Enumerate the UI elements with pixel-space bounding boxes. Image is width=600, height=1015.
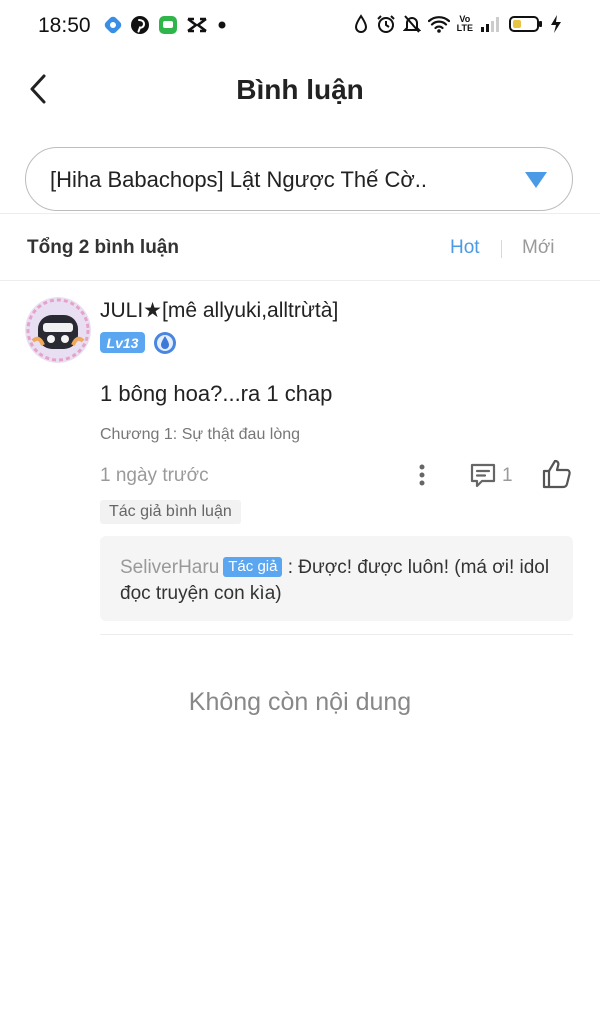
mute-icon [402, 14, 421, 34]
comment-chapter[interactable]: Chương 1: Sự thật đau lòng [100, 426, 300, 444]
volte-bottom-label: LTE [456, 23, 473, 33]
signal-icon [480, 15, 502, 33]
chat-app-icon [158, 15, 178, 35]
pinterest-icon [130, 15, 150, 35]
author-commented-tag: Tác giả bình luận [100, 500, 241, 524]
author-badge: Tác giả [223, 557, 283, 577]
dot-icon [216, 19, 228, 31]
sort-separator [501, 240, 502, 258]
charging-icon [550, 14, 562, 34]
comment-time: 1 ngày trước [100, 465, 209, 486]
volte-icon: Vo LTE [457, 15, 473, 33]
avatar[interactable] [25, 297, 91, 363]
more-vertical-icon [419, 464, 425, 486]
level-badge: Lv13 [100, 332, 145, 353]
comment-count-label: Tổng 2 bình luận [27, 237, 179, 258]
sort-new-tab[interactable]: Mới [522, 237, 555, 259]
chapter-selector-value: [Hiha Babachops] Lật Ngược Thế Cờ.. [50, 167, 428, 192]
wifi-icon [427, 15, 450, 33]
author-reply[interactable]: SeliverHaru Tác giả : Được! được luôn! (m… [100, 536, 573, 621]
battery-icon [509, 15, 543, 33]
dropdown-triangle-icon [525, 172, 547, 188]
thumbs-up-icon [542, 459, 571, 489]
rank-badge-icon [153, 331, 177, 355]
comment-icon [470, 463, 496, 488]
status-left-icons [104, 15, 228, 35]
app-bar: Bình luận [0, 52, 600, 132]
alarm-icon [376, 14, 396, 34]
comment-summary-row: Tổng 2 bình luận Hot Mới [0, 214, 600, 280]
capcut-icon [186, 16, 208, 34]
like-button[interactable] [540, 457, 574, 491]
status-time: 18:50 [38, 14, 91, 37]
data-saver-icon [353, 14, 369, 34]
end-of-content-label: Không còn nội dung [188, 688, 412, 716]
page-title: Bình luận [236, 74, 364, 105]
status-bar: 18:50 Vo LTE [0, 0, 600, 52]
divider [0, 280, 600, 281]
more-options-button[interactable] [412, 460, 432, 490]
divider [100, 634, 573, 635]
sort-hot-tab[interactable]: Hot [450, 237, 480, 259]
reply-author-name[interactable]: SeliverHaru [120, 557, 219, 578]
reply-button[interactable] [468, 460, 498, 490]
status-right-icons: Vo LTE [353, 14, 562, 34]
comment-username[interactable]: JULI★[mê allyuki,alltrừtà] [100, 298, 338, 323]
app-notification-icon [104, 16, 122, 34]
comment-text: 1 bông hoa?...ra 1 chap [100, 381, 333, 406]
reply-count: 1 [502, 465, 513, 486]
chapter-selector[interactable]: [Hiha Babachops] Lật Ngược Thế Cờ.. [25, 147, 573, 211]
